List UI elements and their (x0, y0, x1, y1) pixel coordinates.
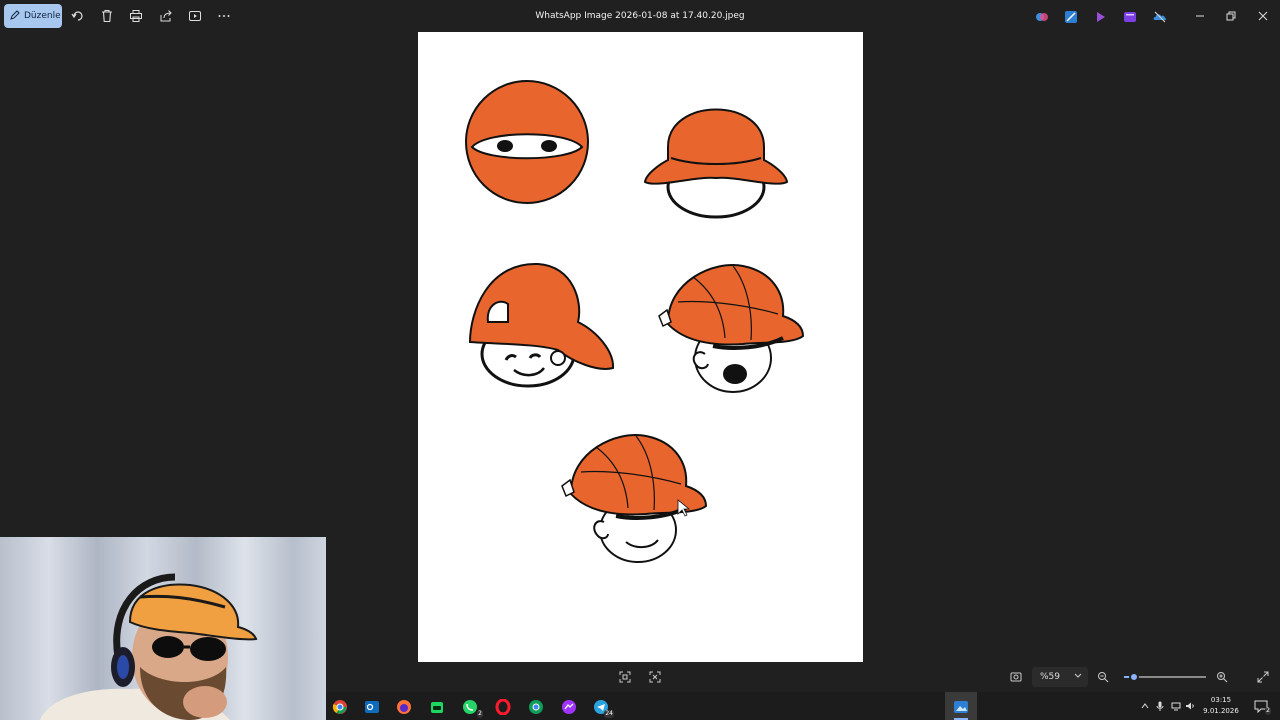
chrome-icon[interactable] (329, 696, 351, 718)
network-icon[interactable] (1170, 700, 1182, 712)
window-title: WhatsApp Image 2026-01-08 at 17.40.20.jp… (535, 11, 745, 21)
photos-icon[interactable] (950, 696, 972, 720)
edit-button[interactable]: Düzenle (4, 4, 62, 28)
mascot-illustration (465, 80, 805, 563)
minimize-icon[interactable] (1190, 6, 1210, 26)
bucket-hat-character (643, 108, 789, 219)
clock-time: 03:15 (1210, 696, 1232, 704)
actual-size-icon[interactable] (647, 669, 663, 685)
copilot-icon[interactable] (1035, 9, 1049, 23)
edit-pencil-icon (10, 9, 20, 23)
clipchamp-icon[interactable] (1094, 9, 1108, 23)
zoom-in-icon[interactable] (1214, 669, 1230, 685)
taskbar: 2 24 03:15 9.01.2026 2 (326, 692, 1280, 720)
opera-icon[interactable] (492, 696, 514, 718)
zoom-out-icon[interactable] (1095, 669, 1111, 685)
microphone-icon[interactable] (1154, 700, 1166, 712)
delete-icon[interactable] (97, 6, 117, 26)
print-icon[interactable] (126, 6, 146, 26)
telegram-badge: 24 (604, 710, 614, 718)
slideshow-icon[interactable] (185, 6, 205, 26)
store-icon[interactable] (426, 696, 448, 718)
zoom-slider[interactable] (1124, 672, 1206, 682)
outlook-icon[interactable] (361, 696, 383, 718)
fullscreen-icon[interactable] (1255, 669, 1271, 685)
webcam-feed-picture (0, 537, 326, 720)
share-icon[interactable] (156, 6, 176, 26)
more-icon[interactable] (214, 6, 234, 26)
firefox-icon[interactable] (393, 696, 415, 718)
rotate-icon[interactable] (68, 6, 88, 26)
messenger-icon[interactable] (558, 696, 580, 718)
clock[interactable]: 03:15 9.01.2026 (1196, 695, 1246, 717)
zoom-level-select[interactable]: %59 (1032, 667, 1088, 687)
whatsapp-badge: 2 (477, 710, 483, 718)
chrome-profile-icon[interactable] (525, 696, 547, 718)
fit-to-window-icon[interactable] (617, 669, 633, 685)
video-editor-icon[interactable] (1123, 9, 1137, 23)
notification-icon[interactable]: 2 (1254, 699, 1271, 715)
whatsapp-icon[interactable]: 2 (459, 696, 483, 718)
zoom-level-value: %59 (1040, 672, 1061, 682)
chevron-down-icon (1074, 671, 1082, 682)
telegram-icon[interactable]: 24 (590, 696, 614, 718)
volume-icon[interactable] (1184, 700, 1196, 712)
restore-icon[interactable] (1221, 6, 1241, 26)
onedrive-icon[interactable] (1153, 9, 1167, 23)
smiling-cap-character (561, 434, 708, 563)
photos-editor-icon[interactable] (1064, 9, 1078, 23)
round-character (465, 80, 589, 204)
chevron-up-icon[interactable] (1139, 700, 1151, 712)
open-mouth-character (658, 264, 805, 393)
close-icon[interactable] (1253, 6, 1273, 26)
notification-count: 2 (1265, 707, 1271, 715)
edit-button-label: Düzenle (24, 11, 61, 21)
webcam-overlay (0, 537, 326, 720)
backwards-cap-character (468, 262, 615, 388)
info-panel-icon[interactable] (1008, 669, 1024, 685)
clock-date: 9.01.2026 (1203, 707, 1239, 715)
image-canvas[interactable] (418, 32, 863, 662)
title-bar: Düzenle WhatsApp Image 2026-01-08 at 17.… (0, 0, 1280, 32)
bottom-toolbar: %59 (326, 662, 1280, 692)
zoom-slider-thumb[interactable] (1128, 672, 1139, 682)
